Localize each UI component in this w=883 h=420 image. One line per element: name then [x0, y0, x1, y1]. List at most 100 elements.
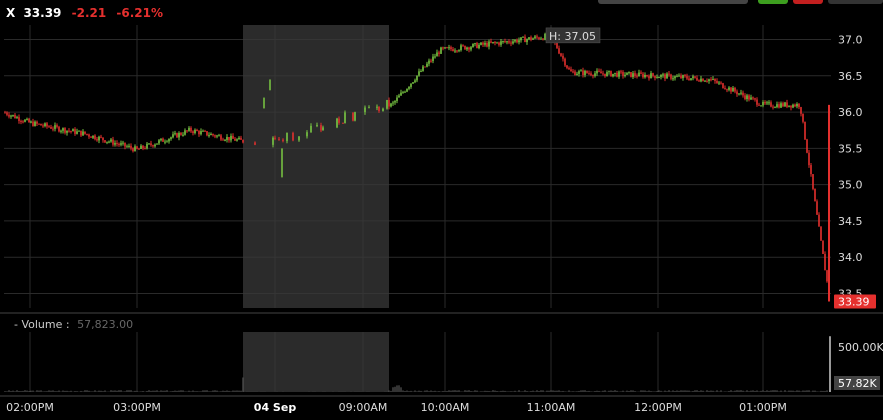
candle-body	[190, 127, 192, 132]
candle-body	[570, 69, 572, 72]
candle-body	[396, 97, 398, 101]
candle-body	[46, 123, 48, 127]
candle-body	[690, 78, 692, 81]
x-tick-label: 10:00AM	[421, 401, 470, 414]
volume-bar	[208, 391, 210, 392]
volume-bar	[700, 390, 702, 392]
candle-body	[378, 106, 380, 111]
volume-bar	[456, 390, 458, 392]
volume-bar	[86, 390, 88, 392]
volume-bar	[750, 390, 752, 392]
candle-body	[798, 104, 800, 108]
volume-bar	[496, 390, 498, 392]
candle-body	[610, 71, 612, 77]
candle-body	[760, 105, 762, 107]
volume-bar	[760, 390, 762, 392]
candle-body	[518, 40, 520, 43]
candle-body	[474, 43, 476, 45]
volume-bar	[754, 390, 756, 392]
toolbar-button-green[interactable]	[758, 0, 788, 4]
price-chart[interactable]: 37.036.536.035.535.034.534.033.533.39H: …	[0, 0, 883, 420]
candle-body	[272, 137, 274, 145]
volume-bar	[712, 390, 714, 392]
candle-body	[720, 82, 722, 84]
candle-body	[704, 80, 706, 82]
volume-bar	[730, 390, 732, 392]
volume-bar	[228, 390, 230, 392]
candle-body	[614, 72, 616, 74]
volume-bar	[92, 391, 94, 392]
volume-bar	[24, 390, 26, 392]
volume-bar	[536, 390, 538, 392]
volume-bar	[96, 391, 98, 392]
volume-bar	[222, 390, 224, 392]
volume-bar	[660, 390, 662, 392]
volume-bar	[538, 391, 540, 392]
candle-body	[64, 128, 66, 133]
candle-body	[186, 130, 188, 132]
candle-body	[182, 134, 184, 136]
volume-bar	[70, 390, 72, 392]
candle-body	[468, 47, 470, 50]
volume-bar	[126, 390, 128, 392]
volume-bar	[816, 391, 818, 392]
volume-bar	[808, 390, 810, 392]
volume-bar	[550, 390, 552, 392]
candle-body	[526, 39, 528, 43]
volume-bar	[104, 390, 106, 392]
candle-body	[678, 75, 680, 77]
candle-body	[566, 65, 568, 68]
candle-body	[488, 41, 490, 47]
candle-body	[90, 136, 92, 138]
volume-bar	[632, 390, 634, 392]
premarket-shade-volume	[243, 332, 389, 392]
candle-body	[42, 125, 44, 127]
candle-body	[662, 74, 664, 76]
volume-bar	[680, 390, 682, 392]
volume-bar	[174, 390, 176, 392]
volume-bar	[84, 390, 86, 392]
volume-bar	[688, 390, 690, 392]
candle-body	[286, 132, 288, 142]
candle-body	[574, 71, 576, 76]
candle-body	[476, 43, 478, 49]
volume-bar	[388, 390, 390, 392]
candle-body	[562, 55, 564, 59]
volume-bar	[778, 391, 780, 392]
candle-body	[404, 91, 406, 93]
toolbar-button-1[interactable]	[598, 0, 748, 4]
volume-bar	[728, 390, 730, 392]
volume-bar	[560, 391, 562, 392]
candle-body	[754, 98, 756, 100]
candle-body	[504, 41, 506, 43]
volume-bar	[570, 391, 572, 392]
candle-body	[84, 131, 86, 134]
toolbar-button-red[interactable]	[793, 0, 823, 4]
candle-body	[278, 138, 280, 140]
candle-body	[702, 78, 704, 82]
candle-body	[770, 102, 772, 107]
candle-body	[442, 47, 444, 49]
volume-bar	[576, 391, 578, 392]
candle-body	[206, 131, 208, 136]
candle-body	[666, 73, 668, 79]
volume-bar	[162, 390, 164, 392]
volume-bar	[510, 391, 512, 392]
volume-bar	[484, 390, 486, 392]
candle-body	[174, 133, 176, 135]
candle-body	[508, 41, 510, 43]
volume-bar	[772, 390, 774, 392]
candle-body	[646, 74, 648, 77]
volume-bar	[626, 390, 628, 392]
volume-bar	[464, 390, 466, 392]
candle-body	[716, 80, 718, 83]
volume-bar	[470, 391, 472, 392]
candle-body	[692, 76, 694, 79]
volume-bar	[452, 390, 454, 392]
volume-bar	[492, 390, 494, 392]
volume-bar	[768, 390, 770, 392]
candle-body	[382, 108, 384, 111]
volume-bar	[686, 390, 688, 392]
toolbar-button-dark[interactable]	[828, 0, 883, 4]
volume-bar	[502, 390, 504, 392]
